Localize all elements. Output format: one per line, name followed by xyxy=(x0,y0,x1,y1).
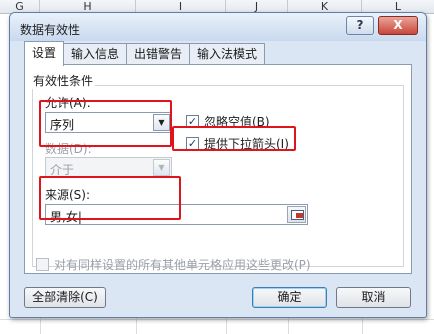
highlight-box-source xyxy=(39,176,181,220)
tab-strip: 设置 输入信息 出错警告 输入法模式 xyxy=(24,41,266,66)
close-button[interactable]: X xyxy=(378,16,418,35)
dialog-titlebar[interactable]: 数据有效性 ? X xyxy=(10,13,426,41)
data-validation-dialog: 数据有效性 ? X 设置 输入信息 出错警告 输入法模式 有效性条件 允许(A)… xyxy=(9,12,427,318)
tab-error-alert[interactable]: 出错警告 xyxy=(126,43,191,65)
chevron-down-icon[interactable]: ▼ xyxy=(153,159,170,176)
data-select[interactable]: 介于 ▼ xyxy=(45,157,172,178)
criteria-group-label: 有效性条件 xyxy=(31,72,96,89)
dialog-title: 数据有效性 xyxy=(20,23,81,37)
apply-all-label: 对有同样设置的所有其他单元格应用这些更改(P) xyxy=(54,258,311,272)
ok-button[interactable]: 确定 xyxy=(252,287,327,308)
tab-input-message[interactable]: 输入信息 xyxy=(63,43,128,65)
grid-line xyxy=(0,319,434,320)
tab-settings[interactable]: 设置 xyxy=(24,41,65,66)
range-select-icon[interactable] xyxy=(287,206,306,223)
cancel-button[interactable]: 取消 xyxy=(336,287,411,308)
highlight-box-dropdown xyxy=(172,126,296,151)
tab-ime-mode[interactable]: 输入法模式 xyxy=(189,43,266,65)
apply-all-checkbox[interactable] xyxy=(36,258,49,271)
highlight-box-allow xyxy=(39,100,172,147)
help-button[interactable]: ? xyxy=(346,16,374,35)
apply-all-option[interactable]: 对有同样设置的所有其他单元格应用这些更改(P) xyxy=(36,256,311,273)
clear-all-button[interactable]: 全部清除(C) xyxy=(24,287,106,308)
settings-panel: 有效性条件 允许(A): 序列 ▼ 数据(D): 介于 ▼ ✓ 忽略空值(B) … xyxy=(24,64,412,274)
